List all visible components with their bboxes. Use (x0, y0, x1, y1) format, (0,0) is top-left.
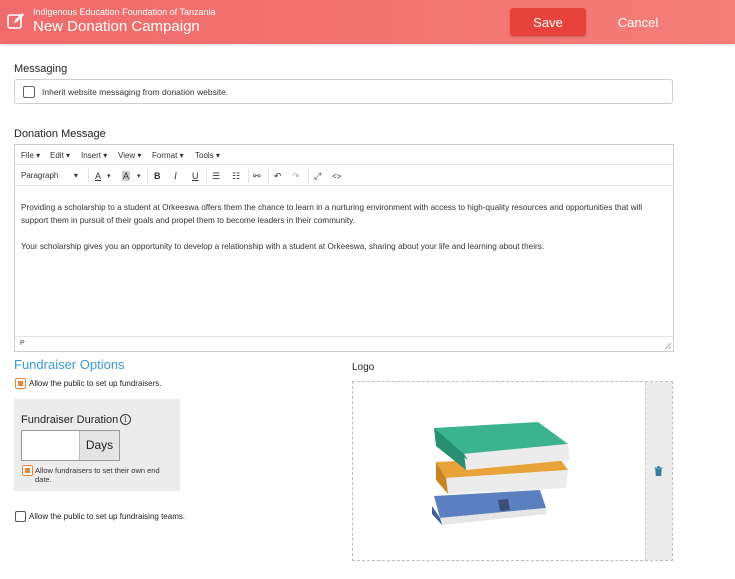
messaging-label: Messaging (14, 63, 68, 75)
editor-content[interactable]: Providing a scholarship to a student at … (21, 201, 666, 266)
undo-icon[interactable]: ↶ (274, 171, 282, 182)
editor-statusbar: P (15, 336, 673, 351)
bold-icon[interactable]: B (154, 171, 161, 181)
menu-view[interactable]: View ▾ (118, 151, 141, 160)
edit-icon (7, 13, 24, 29)
menu-insert[interactable]: Insert ▾ (81, 151, 107, 160)
fundraising-teams-checkbox[interactable] (15, 511, 26, 522)
logo-actions-column (645, 382, 672, 560)
background-color-dropdown-icon[interactable]: ▾ (137, 172, 141, 180)
fundraiser-duration-label: Fundraiser Duration (21, 414, 119, 426)
own-end-date-label: Allow fundraisers to set their own end d… (35, 466, 160, 484)
own-end-date-checkbox[interactable] (22, 465, 33, 476)
message-paragraph: Providing a scholarship to a student at … (21, 203, 643, 225)
menu-tools[interactable]: Tools ▾ (195, 151, 220, 160)
fundraising-teams-label: Allow the public to set up fundraising t… (29, 512, 186, 521)
donation-message-label: Donation Message (14, 128, 106, 140)
text-color-icon[interactable]: A (95, 171, 101, 181)
duration-input-group: Days (21, 430, 120, 461)
bullet-list-icon[interactable]: ☰ (212, 171, 220, 182)
link-icon[interactable]: ⚯ (253, 171, 261, 182)
italic-icon[interactable]: I (174, 171, 177, 181)
message-paragraph: Your scholarship gives you an opportunit… (21, 242, 545, 251)
background-color-icon[interactable]: A (122, 171, 131, 181)
books-logo-image (432, 422, 570, 525)
days-unit-label: Days (79, 431, 119, 460)
logo-label: Logo (352, 362, 375, 373)
cancel-button[interactable]: Cancel (608, 8, 668, 36)
info-icon[interactable]: i (120, 414, 131, 425)
source-code-icon[interactable]: <> (332, 172, 341, 181)
menu-edit[interactable]: Edit ▾ (50, 151, 70, 160)
inherit-messaging-checkbox[interactable] (23, 86, 35, 98)
allow-public-fundraisers-checkbox[interactable] (15, 378, 26, 389)
fundraiser-duration-panel: Fundraiser Duration i Days Allow fundrai… (14, 399, 180, 491)
save-button[interactable]: Save (510, 8, 586, 36)
numbered-list-icon[interactable]: ☷ (232, 171, 240, 182)
menu-format[interactable]: Format ▾ (152, 151, 184, 160)
logo-upload-area[interactable] (352, 381, 673, 561)
organization-name: Indigenous Education Foundation of Tanza… (33, 7, 216, 17)
trash-icon[interactable] (654, 466, 663, 476)
rich-text-editor: File ▾ Edit ▾ Insert ▾ View ▾ Format ▾ T… (14, 144, 674, 352)
editor-toolbar: Paragraph ▾ A ▾ A ▾ B I U ☰ ☷ ⚯ ↶ ↷ ⤢ <> (15, 166, 673, 186)
underline-icon[interactable]: U (192, 171, 199, 181)
text-color-dropdown-icon[interactable]: ▾ (107, 172, 111, 180)
fundraiser-options-title: Fundraiser Options (14, 357, 125, 372)
page-title: New Donation Campaign (33, 18, 200, 35)
duration-days-input[interactable] (22, 431, 79, 460)
redo-icon[interactable]: ↷ (292, 171, 300, 182)
element-path: P (20, 340, 25, 347)
menu-file[interactable]: File ▾ (21, 151, 40, 160)
app-header: Indigenous Education Foundation of Tanza… (0, 0, 735, 44)
allow-public-fundraisers-label: Allow the public to set up fundraisers. (29, 379, 162, 388)
inherit-messaging-row[interactable]: Inherit website messaging from donation … (14, 79, 673, 104)
editor-menubar: File ▾ Edit ▾ Insert ▾ View ▾ Format ▾ T… (15, 145, 673, 165)
resize-handle-icon[interactable] (665, 343, 671, 349)
block-format-select[interactable]: Paragraph ▾ (21, 171, 78, 180)
fullscreen-icon[interactable]: ⤢ (314, 171, 321, 182)
inherit-messaging-label: Inherit website messaging from donation … (42, 87, 229, 97)
